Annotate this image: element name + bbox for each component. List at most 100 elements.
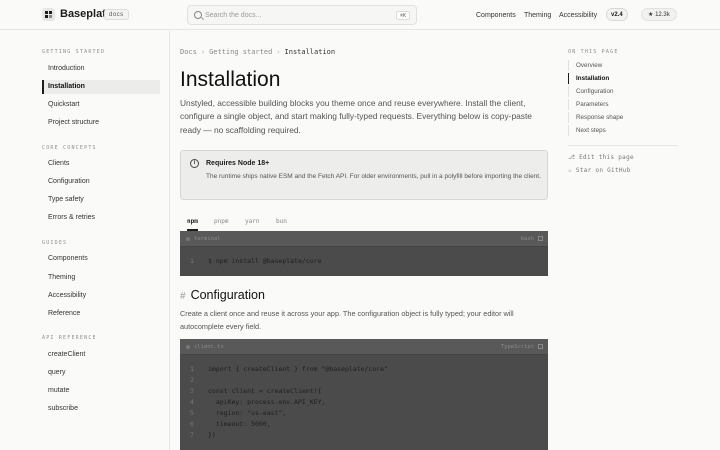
star-github-label: Star on GitHub <box>575 167 631 174</box>
requirements-callout: i Requires Node 18+ The runtime ships na… <box>180 150 548 200</box>
toc-item-installation[interactable]: Installation <box>568 73 678 84</box>
search-placeholder: Search the docs... <box>205 12 262 19</box>
nav-link-components[interactable]: Components <box>476 11 516 20</box>
sidebar-item-query[interactable]: query <box>42 366 160 380</box>
nav-link-accessibility[interactable]: Accessibility <box>559 11 597 20</box>
code-line: 6 timeout: 5000, <box>190 420 271 429</box>
sidebar-item-subscribe[interactable]: subscribe <box>42 402 160 416</box>
line-number: 4 <box>190 398 194 406</box>
breadcrumb-docs[interactable]: Docs <box>180 48 197 56</box>
branch-icon: ⎇ <box>568 154 576 161</box>
sidebar-item-theming[interactable]: Theming <box>42 271 160 285</box>
callout-body: The runtime ships native ESM and the Fet… <box>206 173 541 180</box>
section-paragraph: Create a client once and reuse it across… <box>180 309 514 331</box>
sidebar-item-quickstart[interactable]: Quickstart <box>42 98 160 112</box>
logo-icon[interactable] <box>42 8 55 21</box>
breadcrumb-getting-started[interactable]: Getting started <box>209 48 272 56</box>
toc-item-overview[interactable]: Overview <box>568 60 678 71</box>
stars-count: 12.3k <box>655 12 670 18</box>
code-text: const client = createClient({ <box>208 387 322 395</box>
sidebar-item-reference[interactable]: Reference <box>42 307 160 321</box>
breadcrumb: Docs › Getting started › Installation <box>180 48 335 57</box>
section-heading-configuration: # Configuration <box>180 288 265 304</box>
star-icon: ★ <box>648 12 654 18</box>
line-number: 5 <box>190 409 194 417</box>
sidebar-item-project-structure[interactable]: Project structure <box>42 116 160 130</box>
top-header: Baseplate docs Search the docs... ⌘K Com… <box>0 0 720 30</box>
code-line: 7}) <box>190 431 216 440</box>
section-title: Configuration <box>190 288 265 302</box>
info-icon: i <box>190 159 199 168</box>
code-text: }) <box>208 431 216 439</box>
page-lead: Unstyled, accessible building blocks you… <box>180 98 532 135</box>
tab-bun[interactable]: bun <box>276 215 287 231</box>
code-line: 1 $ npm install @baseplate/core <box>190 257 322 266</box>
sidebar-item-introduction[interactable]: Introduction <box>42 62 160 76</box>
code-line: 5 region: "us-east", <box>190 409 286 418</box>
sidebar-item-configuration[interactable]: Configuration <box>42 175 160 189</box>
code-text: import { createClient } from "@baseplate… <box>208 365 389 373</box>
nav-link-theming[interactable]: Theming <box>524 11 551 20</box>
code-block-label: client.ts <box>194 344 224 350</box>
search-icon <box>194 11 202 19</box>
sidebar-item-installation[interactable]: Installation <box>42 80 160 94</box>
sidebar-item-type-safety[interactable]: Type safety <box>42 193 160 207</box>
file-dot-icon <box>186 345 190 349</box>
config-code-block: client.ts TypeScript 1 import { createCli… <box>180 339 548 450</box>
page-title: Installation <box>180 68 281 91</box>
chevron-right-icon: › <box>200 48 206 56</box>
github-stars-button[interactable]: ★ 12.3k <box>641 8 677 21</box>
star-icon: ☆ <box>568 167 572 174</box>
search-input[interactable]: Search the docs... ⌘K <box>187 5 417 25</box>
sidebar-item-components[interactable]: Components <box>42 252 160 266</box>
toc-title: ON THIS PAGE <box>568 49 619 55</box>
sidebar-section-title: GUIDES <box>42 240 68 246</box>
code-text: timeout: 5000, <box>208 420 271 428</box>
code-line: 1 import { createClient } from "@baseplat… <box>190 365 388 374</box>
line-number: 2 <box>190 376 194 384</box>
toc-item-parameters[interactable]: Parameters <box>568 99 678 110</box>
code-block-label: terminal <box>194 236 221 242</box>
edit-page-link[interactable]: ⎇ Edit this page <box>568 153 634 162</box>
sidebar-section-title: API REFERENCE <box>42 335 97 341</box>
toc-item-next-steps[interactable]: Next steps <box>568 125 678 136</box>
toc-item-response-shape[interactable]: Response shape <box>568 112 678 123</box>
version-selector[interactable]: v2.4 <box>606 8 628 21</box>
code-line: 2 <box>190 376 208 385</box>
search-shortcut-hint: ⌘K <box>395 11 410 20</box>
hash-anchor-icon[interactable]: # <box>180 289 186 304</box>
sidebar-section-title: GETTING STARTED <box>42 49 106 55</box>
package-manager-tabs: npm pnpm yarn bun <box>180 215 548 231</box>
line-number: 3 <box>190 387 194 395</box>
install-code-block: terminal bash 1 $ npm install @baseplate/… <box>180 231 548 276</box>
sidebar-item-mutate[interactable]: mutate <box>42 384 160 398</box>
code-text: apiKey: process.env.API_KEY, <box>208 398 326 406</box>
line-number: 1 <box>190 257 194 265</box>
tab-pnpm[interactable]: pnpm <box>214 215 228 231</box>
code-language: bash <box>520 236 534 242</box>
star-github-link[interactable]: ☆ Star on GitHub <box>568 166 631 175</box>
breadcrumb-current: Installation <box>284 48 336 56</box>
code-language: TypeScript <box>500 344 534 350</box>
sidebar-item-accessibility[interactable]: Accessibility <box>42 289 160 303</box>
sidebar-section-title: CORE CONCEPTS <box>42 145 97 151</box>
copy-icon[interactable] <box>538 236 543 241</box>
line-number: 7 <box>190 431 194 439</box>
docs-badge: docs <box>104 9 129 20</box>
sidebar-item-clients[interactable]: Clients <box>42 157 160 171</box>
sidebar-item-createclient[interactable]: createClient <box>42 348 160 362</box>
line-number: 6 <box>190 420 194 428</box>
copy-icon[interactable] <box>538 344 543 349</box>
toc-item-configuration[interactable]: Configuration <box>568 86 678 97</box>
code-block-header: client.ts TypeScript <box>180 339 548 355</box>
tab-npm[interactable]: npm <box>187 215 198 231</box>
tab-yarn[interactable]: yarn <box>245 215 259 231</box>
sidebar-item-errors-retries[interactable]: Errors & retries <box>42 211 160 225</box>
code-text: $ npm install @baseplate/core <box>208 257 322 265</box>
code-text: region: "us-east", <box>208 409 287 417</box>
terminal-dot-icon <box>186 237 190 241</box>
line-number: 1 <box>190 365 194 373</box>
edit-page-label: Edit this page <box>579 154 634 161</box>
toc-divider <box>568 145 678 146</box>
code-block-header: terminal bash <box>180 231 548 247</box>
